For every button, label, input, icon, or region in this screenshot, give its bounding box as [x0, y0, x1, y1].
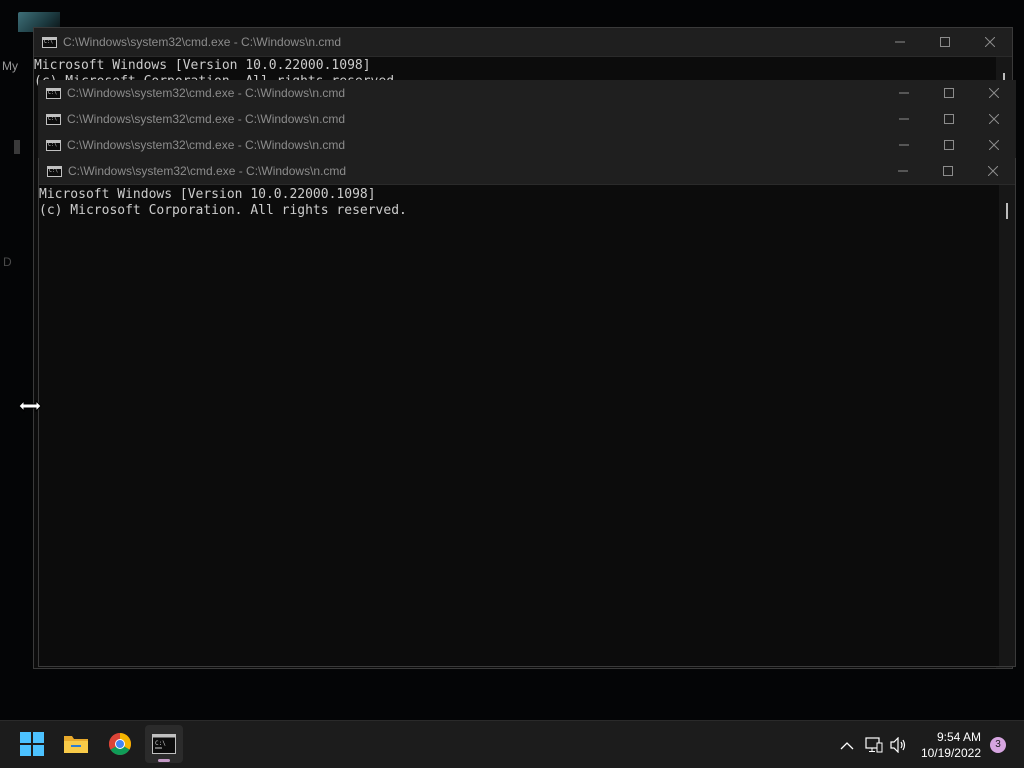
desktop-icon-partial-mark — [14, 140, 20, 154]
cmd-icon — [46, 113, 61, 125]
desktop-icon-label-partial: D — [3, 255, 12, 269]
maximize-button[interactable] — [926, 80, 971, 106]
cmd-window-stacked[interactable]: C:\Windows\system32\cmd.exe - C:\Windows… — [38, 132, 1016, 159]
start-icon — [20, 732, 44, 756]
window-title: C:\Windows\system32\cmd.exe - C:\Windows… — [67, 138, 346, 152]
cmd-window-stacked[interactable]: C:\Windows\system32\cmd.exe - C:\Windows… — [38, 106, 1016, 133]
active-app-indicator — [158, 759, 170, 762]
console-line: (c) Microsoft Corporation. All rights re… — [39, 203, 407, 218]
close-button[interactable] — [971, 106, 1016, 132]
console-output[interactable]: Microsoft Windows [Version 10.0.22000.10… — [39, 187, 407, 219]
window-titlebar[interactable]: C:\Windows\system32\cmd.exe - C:\Windows… — [38, 132, 1016, 159]
desktop-icon-label[interactable]: My — [2, 59, 18, 73]
speaker-icon — [890, 737, 906, 753]
clock-date: 10/19/2022 — [920, 746, 981, 760]
minimize-button[interactable] — [881, 80, 926, 106]
close-button[interactable] — [967, 29, 1012, 55]
maximize-button[interactable] — [926, 106, 971, 132]
resize-cursor-icon — [18, 399, 42, 418]
console-line: Microsoft Windows [Version 10.0.22000.10… — [39, 187, 376, 202]
window-titlebar[interactable]: C:\Windows\system32\cmd.exe - C:\Windows… — [39, 158, 1015, 185]
chrome-button[interactable] — [101, 725, 139, 763]
scrollbar[interactable] — [999, 185, 1015, 666]
close-button[interactable] — [970, 158, 1015, 184]
minimize-button[interactable] — [881, 106, 926, 132]
cmd-window-front[interactable]: C:\Windows\system32\cmd.exe - C:\Windows… — [38, 158, 1016, 667]
file-explorer-icon — [64, 736, 88, 753]
show-hidden-icons-button[interactable] — [836, 734, 858, 756]
network-button[interactable] — [863, 734, 885, 756]
svg-text:C:\: C:\ — [155, 740, 166, 747]
terminal-icon: C:\ — [152, 734, 176, 754]
window-titlebar[interactable]: C:\Windows\system32\cmd.exe - C:\Windows… — [34, 28, 1012, 57]
window-title: C:\Windows\system32\cmd.exe - C:\Windows… — [67, 112, 346, 126]
minimize-button[interactable] — [880, 158, 925, 184]
window-title: C:\Windows\system32\cmd.exe - C:\Windows… — [63, 35, 342, 49]
cmd-window-stacked[interactable]: C:\Windows\system32\cmd.exe - C:\Windows… — [38, 80, 1016, 107]
window-titlebar[interactable]: C:\Windows\system32\cmd.exe - C:\Windows… — [38, 106, 1016, 133]
maximize-button[interactable] — [922, 29, 967, 55]
chevron-up-icon — [840, 741, 854, 749]
cmd-icon — [46, 87, 61, 99]
cmd-icon — [42, 36, 57, 48]
clock[interactable]: 9:54 AM 10/19/2022 — [921, 729, 981, 761]
file-explorer-button[interactable] — [57, 725, 95, 763]
window-title: C:\Windows\system32\cmd.exe - C:\Windows… — [68, 164, 347, 178]
close-button[interactable] — [971, 132, 1016, 158]
window-title: C:\Windows\system32\cmd.exe - C:\Windows… — [67, 86, 346, 100]
window-titlebar[interactable]: C:\Windows\system32\cmd.exe - C:\Windows… — [38, 80, 1016, 107]
terminal-button[interactable]: C:\ — [145, 725, 183, 763]
notification-badge[interactable]: 3 — [990, 737, 1006, 753]
clock-time: 9:54 AM — [936, 730, 981, 744]
minimize-button[interactable] — [877, 29, 922, 55]
close-button[interactable] — [971, 80, 1016, 106]
chrome-icon — [109, 733, 131, 755]
volume-button[interactable] — [888, 734, 910, 756]
console-line: Microsoft Windows [Version 10.0.22000.10… — [34, 58, 371, 73]
start-button[interactable] — [13, 725, 51, 763]
maximize-button[interactable] — [926, 132, 971, 158]
minimize-button[interactable] — [881, 132, 926, 158]
scrollbar-thumb[interactable] — [1006, 203, 1008, 219]
cmd-icon — [46, 139, 61, 151]
network-icon — [865, 737, 883, 753]
cmd-icon — [47, 165, 62, 177]
maximize-button[interactable] — [925, 158, 970, 184]
taskbar: C:\ 9:54 AM 10/19/2022 3 — [0, 720, 1024, 768]
